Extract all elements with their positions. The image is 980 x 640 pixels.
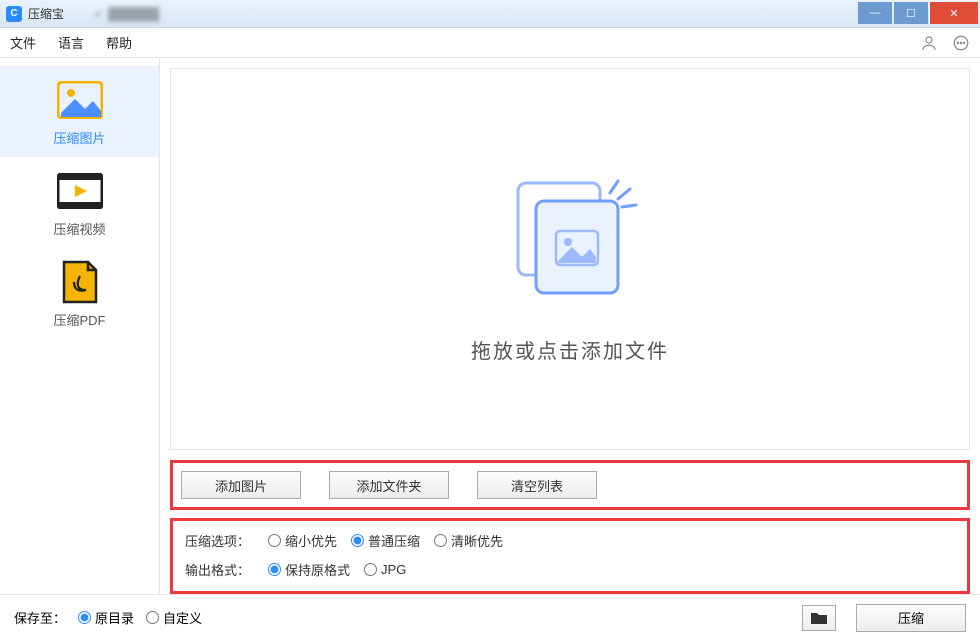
app-icon: C (6, 6, 22, 22)
radio-jpg-format[interactable]: JPG (364, 562, 406, 577)
dropzone-illustration-icon (490, 155, 650, 315)
video-icon (56, 171, 104, 211)
sidebar-item-label: 压缩PDF (53, 310, 105, 329)
add-image-button[interactable]: 添加图片 (181, 471, 301, 499)
format-option-row: 输出格式： 保持原格式 JPG (185, 560, 955, 579)
chat-icon[interactable] (952, 34, 970, 52)
clear-list-button[interactable]: 清空列表 (477, 471, 597, 499)
sidebar-item-label: 压缩视频 (53, 219, 105, 238)
add-folder-button[interactable]: 添加文件夹 (329, 471, 449, 499)
sidebar: 压缩图片 压缩视频 压缩PDF (0, 58, 160, 594)
action-button-row: 添加图片 添加文件夹 清空列表 (170, 460, 970, 510)
user-icon[interactable] (920, 34, 938, 52)
menu-help[interactable]: 帮助 (106, 33, 132, 52)
menu-file[interactable]: 文件 (10, 33, 36, 52)
maximize-button[interactable]: ☐ (894, 2, 928, 24)
compress-option-label: 压缩选项： (185, 531, 250, 550)
background-blur: ✔██████ (94, 7, 159, 21)
dropzone-text: 拖放或点击添加文件 (471, 335, 669, 364)
browse-folder-button[interactable] (802, 605, 836, 631)
compress-option-row: 压缩选项： 缩小优先 普通压缩 清晰优先 (185, 531, 955, 550)
close-button[interactable]: ✕ (930, 2, 978, 24)
radio-keep-format[interactable]: 保持原格式 (268, 560, 350, 579)
menu-bar: 文件 语言 帮助 (0, 28, 980, 58)
sidebar-item-pdf[interactable]: 压缩PDF (0, 248, 159, 339)
compress-button[interactable]: 压缩 (856, 604, 966, 632)
sidebar-item-image[interactable]: 压缩图片 (0, 66, 159, 157)
window-controls: — ☐ ✕ (858, 0, 980, 27)
sidebar-item-video[interactable]: 压缩视频 (0, 157, 159, 248)
radio-shrink-priority[interactable]: 缩小优先 (268, 531, 337, 550)
footer-bar: 保存至： 原目录 自定义 压缩 (0, 594, 980, 640)
sidebar-item-label: 压缩图片 (53, 128, 105, 147)
title-bar: C 压缩宝 ✔██████ — ☐ ✕ (0, 0, 980, 28)
menu-language[interactable]: 语言 (58, 33, 84, 52)
radio-clarity-priority[interactable]: 清晰优先 (434, 531, 503, 550)
format-option-label: 输出格式： (185, 560, 250, 579)
radio-custom-dir[interactable]: 自定义 (146, 608, 202, 627)
main-panel: 拖放或点击添加文件 添加图片 添加文件夹 清空列表 压缩选项： 缩小优先 普通压… (160, 58, 980, 594)
radio-normal-compress[interactable]: 普通压缩 (351, 531, 420, 550)
pdf-icon (56, 262, 104, 302)
window-title: 压缩宝 (28, 5, 64, 22)
minimize-button[interactable]: — (858, 2, 892, 24)
folder-icon (810, 611, 828, 625)
save-to-label: 保存至： (14, 608, 66, 627)
radio-original-dir[interactable]: 原目录 (78, 608, 134, 627)
image-icon (56, 80, 104, 120)
drop-zone[interactable]: 拖放或点击添加文件 (170, 68, 970, 450)
options-panel: 压缩选项： 缩小优先 普通压缩 清晰优先 输出格式： 保持原格式 JPG (170, 518, 970, 594)
